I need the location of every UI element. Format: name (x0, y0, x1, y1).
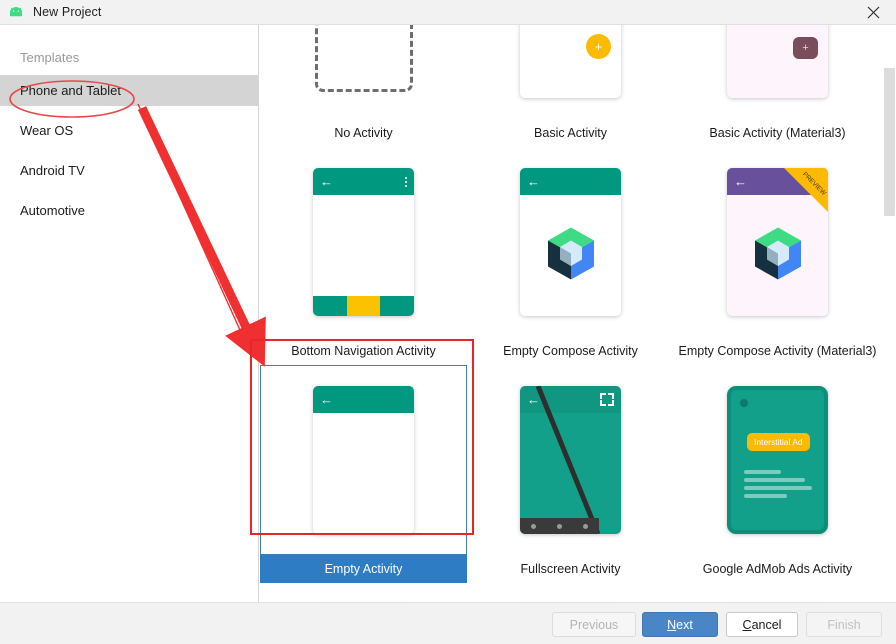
cancel-button-label: ancel (752, 618, 782, 632)
bottom-navigation-bar (313, 296, 414, 316)
phone-preview: Interstitial Ad (727, 386, 828, 534)
sidebar-header: Templates (0, 39, 258, 75)
placeholder-lines (744, 470, 818, 502)
next-button-label: ext (676, 618, 693, 632)
template-row: ← ← (260, 583, 883, 602)
template-label: Google AdMob Ads Activity (703, 555, 852, 583)
phone-preview: ← PREVIEW (727, 168, 828, 316)
template-thumbnail: ← (674, 583, 881, 602)
vertical-scrollbar-thumb[interactable] (884, 68, 895, 216)
camera-dot-icon (740, 399, 748, 407)
window-titlebar: New Project (0, 0, 896, 25)
sidebar-item-android-tv[interactable]: Android TV (0, 155, 258, 186)
sidebar-item-phone-and-tablet[interactable]: Phone and Tablet (0, 75, 258, 106)
window-title: New Project (33, 5, 101, 19)
template-thumbnail: + (467, 25, 674, 119)
template-label: Basic Activity (Material3) (709, 119, 845, 147)
overflow-menu-icon (405, 177, 407, 187)
sidebar-item-label: Phone and Tablet (20, 83, 121, 98)
phone-appbar: ← (313, 168, 414, 195)
template-thumbnail: ← (467, 583, 674, 602)
jetpack-compose-logo-icon (545, 225, 597, 286)
template-label: Empty Activity (260, 555, 467, 583)
template-card-empty-compose-activity-material3[interactable]: ← PREVIEW (674, 147, 881, 365)
phone-body (520, 413, 621, 534)
dashed-placeholder-icon (315, 25, 413, 92)
template-card-empty-compose-activity[interactable]: ← (467, 147, 674, 365)
dialog-button-bar: Previous Next Cancel Finish CSDN @Z0JR12 (0, 602, 896, 644)
phone-preview: ← (313, 168, 414, 316)
vertical-scrollbar-track[interactable] (883, 25, 896, 602)
phone-preview: ← (520, 386, 621, 534)
back-arrow-icon: ← (320, 175, 333, 188)
template-card-google-admob-ads-activity[interactable]: Interstitial Ad Google AdMob Ads Activit… (674, 365, 881, 583)
cancel-button[interactable]: Cancel (726, 612, 798, 637)
templates-sidebar: Templates Phone and Tablet Wear OS Andro… (0, 25, 259, 602)
template-card-fullscreen-activity[interactable]: ← Fullscreen Activity (467, 365, 674, 583)
template-card-no-activity[interactable]: No Activity (260, 25, 467, 147)
template-card-bottom-navigation-activity[interactable]: ← Bottom Navigation Activity (260, 147, 467, 365)
template-thumbnail: ← (260, 583, 467, 602)
next-button-mnemonic: N (667, 618, 676, 632)
previous-button[interactable]: Previous (552, 612, 636, 637)
jetpack-compose-logo-icon (752, 225, 804, 286)
close-icon[interactable] (850, 0, 896, 25)
template-label: Fullscreen Activity (520, 555, 620, 583)
sidebar-item-label: Wear OS (20, 123, 73, 138)
template-thumbnail: ← PREVIEW (674, 147, 881, 337)
sidebar-item-label: Automotive (20, 203, 85, 218)
template-label: Empty Compose Activity (Material3) (679, 337, 877, 365)
template-thumbnail (260, 25, 467, 119)
template-thumbnail: + (674, 25, 881, 119)
selection-annotation-rectangle (250, 339, 474, 535)
template-card-basic-activity[interactable]: + Basic Activity (467, 25, 674, 147)
fab-add-icon: + (586, 34, 611, 59)
template-thumbnail: ← (467, 365, 674, 555)
phone-preview: + (727, 25, 828, 98)
template-thumbnail: ← (260, 147, 467, 337)
next-button[interactable]: Next (642, 612, 718, 637)
template-label: Basic Activity (534, 119, 607, 147)
sidebar-item-automotive[interactable]: Automotive (0, 195, 258, 226)
template-thumbnail: Interstitial Ad (674, 365, 881, 555)
back-arrow-icon: ← (734, 175, 747, 188)
template-row: ← Bottom Navigation Activity (260, 147, 883, 365)
phone-body (727, 195, 828, 316)
new-project-dialog: New Project Templates Phone and Tablet W… (0, 0, 896, 644)
cancel-button-mnemonic: C (743, 618, 752, 632)
fullscreen-expand-icon (600, 393, 614, 406)
template-row: No Activity + Basic Activity (260, 25, 883, 147)
sidebar-item-wear-os[interactable]: Wear OS (0, 115, 258, 146)
template-card-next-row-2[interactable]: ← (467, 583, 674, 602)
template-thumbnail: ← (467, 147, 674, 337)
template-card-next-row-3[interactable]: ← (674, 583, 881, 602)
phone-appbar: ← (520, 168, 621, 195)
interstitial-ad-badge: Interstitial Ad (747, 433, 810, 451)
finish-button[interactable]: Finish (806, 612, 882, 637)
sidebar-item-label: Android TV (20, 163, 85, 178)
fab-add-icon: + (793, 37, 818, 59)
phone-body (520, 195, 621, 316)
template-label: Empty Compose Activity (503, 337, 638, 365)
phone-body (313, 195, 414, 316)
phone-preview: ← (520, 168, 621, 316)
system-navigation-bar (520, 518, 599, 534)
template-label: No Activity (334, 119, 392, 147)
template-card-next-row-1[interactable]: ← (260, 583, 467, 602)
back-arrow-icon: ← (527, 175, 540, 188)
phone-body: + (727, 25, 828, 71)
android-robot-icon (7, 4, 25, 20)
phone-body: + (520, 25, 621, 71)
template-card-basic-activity-material3[interactable]: + Basic Activity (Material3) (674, 25, 881, 147)
phone-preview: + (520, 25, 621, 98)
